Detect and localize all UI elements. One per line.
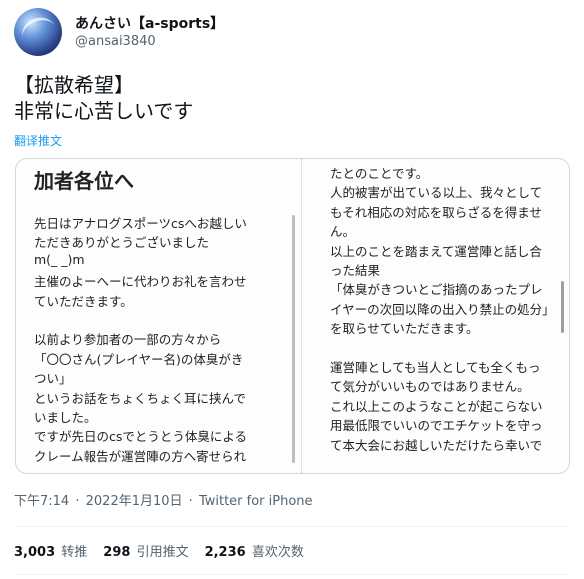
image-text-line: ん。 — [330, 224, 356, 240]
meta-separator: · — [188, 494, 193, 509]
author-name[interactable]: あんさい【a-sports】 — [75, 13, 224, 33]
author-handle[interactable]: @ansai3840 — [75, 34, 156, 49]
quote-label: 引用推文 — [136, 545, 189, 560]
like-count: 2,236 — [204, 545, 246, 560]
image-text-line: 運営陣としても当人としても全くもっ — [330, 360, 541, 375]
image-text-line: つい」 — [34, 371, 72, 387]
tweet-image[interactable]: 加者各位へ 先日はアナログスポーツcsへお越しい ただきありがとうございました m(… — [15, 158, 570, 474]
image-text-line: 「〇〇さん(プレイヤー名)の体臭がき — [34, 351, 244, 367]
retweet-count: 3,003 — [14, 545, 56, 560]
image-text-line: 「体臭がきついとご指摘のあったプレ — [330, 282, 543, 298]
tweet-stats: 3,003 转推 298 引用推文 2,236 喜欢次数 — [14, 541, 320, 560]
image-text-line: たとのことです。 — [330, 166, 429, 181]
image-text-line: ていただきます。 — [34, 293, 133, 309]
tweet-source[interactable]: Twitter for iPhone — [199, 494, 313, 509]
tweet-date[interactable]: 2022年1月10日 — [86, 494, 183, 509]
divider — [14, 526, 570, 527]
image-text-line: 用最低限でいいのでエチケットを守っ — [330, 418, 543, 434]
like-label: 喜欢次数 — [251, 545, 304, 560]
image-text-line: った結果 — [330, 263, 381, 278]
image-heading: 加者各位へ — [34, 169, 134, 193]
image-text-line: て気分がいいものではありません。 — [330, 379, 530, 395]
image-text-line: て本大会にお越しいただけたら幸いで — [330, 437, 543, 453]
image-right-column: たとのことです。人的被害が出ている以上、我々として もそれ相応の対応を取らざるを得… — [308, 159, 569, 473]
quote-stat[interactable]: 298 引用推文 — [103, 541, 188, 560]
image-text-line: 先日はアナログスポーツcsへお越しい — [34, 216, 247, 231]
quote-count: 298 — [103, 545, 131, 560]
image-text-line: 以上のことを踏まえて運営陣と話し合 — [330, 243, 542, 259]
tweet-text: 【拡散希望】 非常に心苦しいです — [14, 72, 193, 124]
divider — [14, 574, 570, 575]
image-text-line: を取らせていただきます。 — [330, 321, 479, 337]
tweet-line: 非常に心苦しいです — [14, 99, 194, 123]
avatar-image-icon — [18, 13, 60, 52]
image-left-column: 加者各位へ 先日はアナログスポーツcsへお越しい ただきありがとうございました m(… — [16, 159, 294, 473]
image-text-line: いました。 — [34, 410, 97, 425]
image-text-line: これ以上このようなことが起こらない — [330, 398, 543, 414]
like-stat[interactable]: 2,236 喜欢次数 — [205, 541, 304, 560]
avatar[interactable] — [14, 8, 62, 56]
image-text-line: m(_ _)m — [34, 251, 85, 267]
image-text-line: クレーム報告が運営陣の方へ寄せられ — [34, 448, 247, 464]
image-divider — [301, 159, 302, 473]
image-text-line: ただきありがとうございました — [34, 235, 210, 251]
image-scrollbar — [292, 215, 295, 463]
image-text-line: 以前より参加者の一部の方々から — [34, 332, 222, 348]
image-text-line: 主催のよーへーに代わりお礼を言わせ — [34, 274, 247, 290]
meta-separator: · — [75, 494, 80, 509]
image-text-line: というお話をちょくちょく耳に挟んで — [34, 390, 246, 406]
tweet-line: 【拡散希望】 — [14, 73, 134, 97]
tweet-time[interactable]: 下午7:14 — [14, 494, 69, 509]
image-text-line: もそれ相応の対応を取らざるを得ませ — [330, 204, 542, 220]
image-text-line: 人的被害が出ている以上、我々として — [330, 185, 543, 201]
retweet-label: 转推 — [61, 545, 88, 560]
image-text-line: イヤーの次回以降の出入り禁止の処分」 — [330, 301, 555, 317]
image-scrollbar — [561, 281, 564, 333]
retweet-stat[interactable]: 3,003 转推 — [14, 541, 87, 560]
translate-link[interactable]: 翻译推文 — [14, 132, 62, 149]
tweet-meta: 下午7:14 · 2022年1月10日 · Twitter for iPhone — [14, 490, 313, 509]
image-text-line: ですが先日のcsでとうとう体臭による — [34, 429, 248, 445]
